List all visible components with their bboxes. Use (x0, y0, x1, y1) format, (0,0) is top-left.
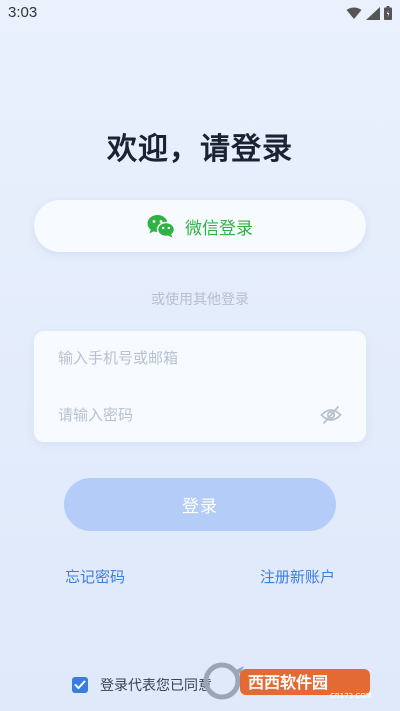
status-time: 3:03 (8, 4, 38, 21)
wifi-icon (346, 7, 362, 20)
forgot-password-link[interactable]: 忘记密码 (65, 566, 125, 587)
agreement-row: 登录代表您已同意 (72, 675, 212, 695)
account-input[interactable] (58, 343, 288, 373)
status-icons (346, 6, 392, 20)
other-login-label: 或使用其他登录 (151, 292, 249, 308)
agreement-checkbox[interactable] (72, 677, 88, 693)
wechat-icon (147, 214, 175, 238)
login-form (34, 331, 366, 442)
password-input[interactable] (58, 400, 288, 430)
page-title: 欢迎，请登录 (107, 132, 293, 167)
signal-icon (366, 6, 380, 20)
eye-off-icon[interactable] (320, 405, 342, 425)
register-link[interactable]: 注册新账户 (260, 566, 335, 587)
watermark-logo: 西西软件园 CR173.COM (200, 660, 380, 702)
svg-text:CR173.COM: CR173.COM (330, 692, 372, 700)
svg-text:西西软件园: 西西软件园 (248, 673, 328, 692)
battery-icon (384, 6, 392, 20)
agreement-text: 登录代表您已同意 (100, 678, 212, 694)
status-bar: 3:03 (0, 0, 400, 26)
wechat-login-label: 微信登录 (185, 218, 253, 239)
wechat-login-button[interactable]: 微信登录 (34, 200, 366, 252)
login-button[interactable]: 登录 (64, 478, 336, 531)
